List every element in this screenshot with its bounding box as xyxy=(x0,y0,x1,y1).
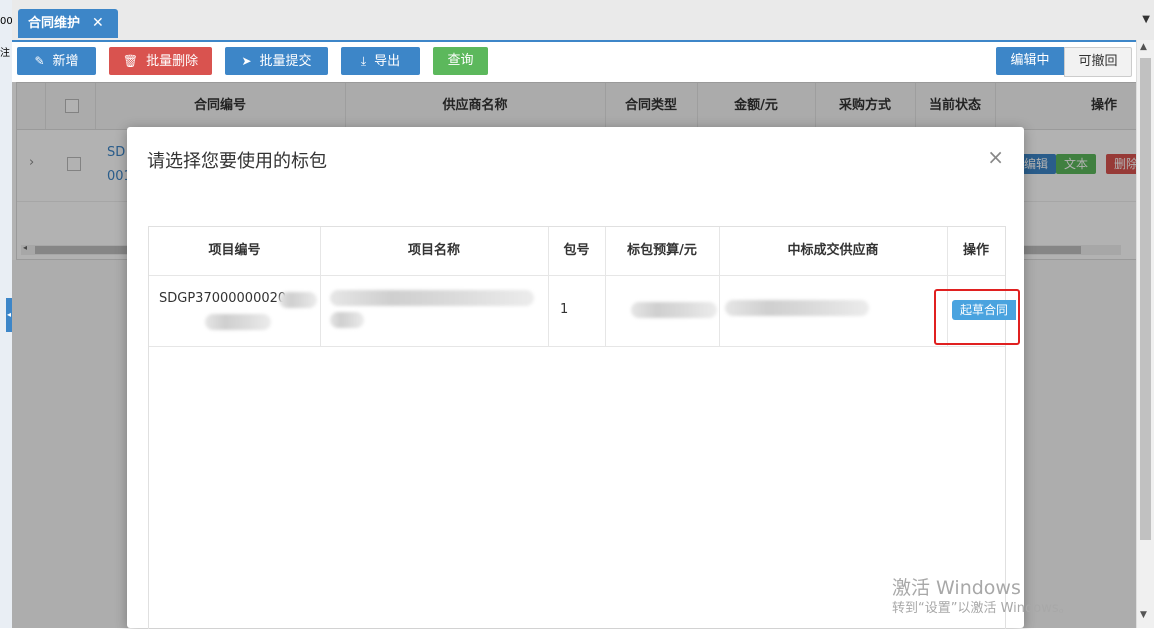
batch-submit-button[interactable]: ➤ 批量提交 xyxy=(225,47,328,75)
budget-cell xyxy=(605,276,720,347)
package-no: 1 xyxy=(560,302,569,317)
trash-icon: 🗑 xyxy=(122,54,139,68)
project-no-cell: SDGP37000000020 xyxy=(149,276,321,347)
tab-label: 合同维护 xyxy=(28,16,81,31)
batch-delete-button[interactable]: 🗑 批量删除 xyxy=(109,47,212,75)
vertical-scrollbar[interactable]: ▲ ▼ xyxy=(1136,40,1154,628)
select-package-dialog: 请选择您要使用的标包 × 项目编号 项目名称 包号 标包预算/元 中标成交供应商… xyxy=(127,127,1024,629)
query-button[interactable]: 查询 xyxy=(433,47,488,75)
tab-strip: 合同维护 ✕ ▼ xyxy=(12,0,1154,42)
column-header: 操作 xyxy=(947,227,1005,276)
column-header: 项目编号 xyxy=(149,227,321,276)
toolbar: ✎ 新增 🗑 批量删除 ➤ 批量提交 ⤓ 导出 查询 编辑中 可撤回 xyxy=(12,42,1136,82)
redacted-text xyxy=(330,312,364,328)
redacted-text xyxy=(725,300,869,316)
redacted-text xyxy=(631,302,717,318)
scroll-down-icon[interactable]: ▼ xyxy=(1140,610,1147,620)
vertical-scroll-thumb[interactable] xyxy=(1140,58,1151,540)
left-edge-text: 注 xyxy=(0,48,10,59)
project-name-cell xyxy=(320,276,549,347)
project-no: SDGP37000000020 xyxy=(159,291,287,306)
column-header: 包号 xyxy=(548,227,606,276)
dialog-title: 请选择您要使用的标包 xyxy=(147,151,327,172)
watermark-line1: 激活 Windows xyxy=(892,577,1021,599)
highlight-box xyxy=(934,289,1020,345)
close-icon[interactable]: ✕ xyxy=(92,9,104,38)
redacted-text xyxy=(279,292,317,308)
column-header: 标包预算/元 xyxy=(605,227,720,276)
export-button[interactable]: ⤓ 导出 xyxy=(341,47,420,75)
package-no-cell: 1 xyxy=(548,276,606,347)
mode-revocable-toggle[interactable]: 可撤回 xyxy=(1064,47,1132,77)
windows-activation-watermark: 激活 Windows 转到“设置”以激活 Windows。 xyxy=(892,577,1072,619)
pencil-icon: ✎ xyxy=(34,54,45,68)
close-icon[interactable]: × xyxy=(987,145,1004,169)
column-header: 项目名称 xyxy=(320,227,549,276)
send-icon: ➤ xyxy=(241,54,252,68)
tab-menu-dropdown-icon[interactable]: ▼ xyxy=(1142,14,1150,25)
add-button[interactable]: ✎ 新增 xyxy=(17,47,96,75)
watermark-line2: 转到“设置”以激活 Windows。 xyxy=(892,601,1072,616)
export-label: 导出 xyxy=(374,54,401,69)
mode-editing-toggle[interactable]: 编辑中 xyxy=(996,47,1064,75)
redacted-text xyxy=(330,290,534,306)
winning-supplier-cell xyxy=(719,276,948,347)
download-icon: ⤓ xyxy=(360,54,367,68)
scroll-up-icon[interactable]: ▲ xyxy=(1140,42,1147,52)
package-table: 项目编号 项目名称 包号 标包预算/元 中标成交供应商 操作 SDGP37000… xyxy=(148,226,1006,629)
redacted-text xyxy=(205,314,271,330)
batch-delete-label: 批量删除 xyxy=(146,54,199,69)
batch-submit-label: 批量提交 xyxy=(259,54,312,69)
query-label: 查询 xyxy=(447,53,474,68)
add-button-label: 新增 xyxy=(52,54,79,69)
column-header: 中标成交供应商 xyxy=(719,227,948,276)
left-edge-text: 00 xyxy=(0,16,13,27)
tab-contract-maintenance[interactable]: 合同维护 ✕ xyxy=(18,9,118,38)
